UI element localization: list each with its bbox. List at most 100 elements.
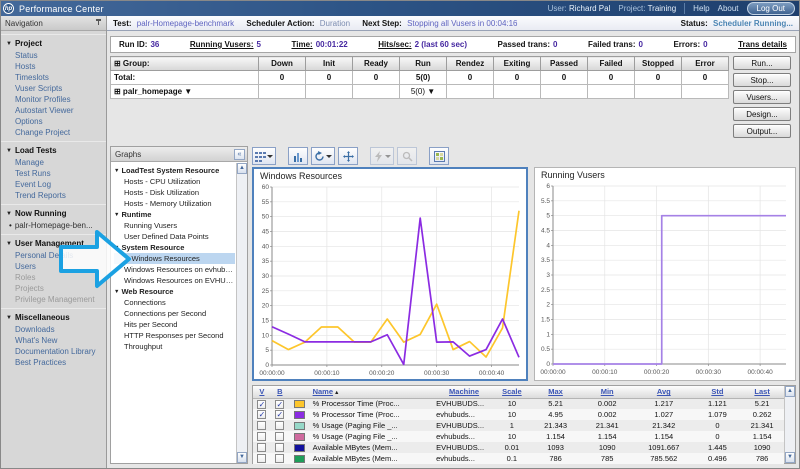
legend-scrollbar[interactable]: ▲ ▼: [784, 386, 795, 463]
help-link[interactable]: Help: [693, 4, 709, 13]
breakdown-checkbox[interactable]: [275, 454, 284, 463]
group-header-cell[interactable]: ⊞ Group:: [111, 57, 259, 71]
tree-category-runtime[interactable]: ▼Runtime: [114, 209, 235, 220]
sidebar-item-status[interactable]: Status: [1, 50, 106, 61]
breakdown-checkbox[interactable]: [275, 421, 284, 430]
sidebar-item-documentation-library[interactable]: Documentation Library: [1, 346, 106, 357]
tree-item-hosts-memory-utilization[interactable]: Hosts - Memory Utilization: [114, 198, 235, 209]
sidebar-item-timeslots[interactable]: Timeslots: [1, 72, 106, 83]
sidebar-item-palr-homepage-ben-[interactable]: •palr-Homepage-ben...: [1, 220, 106, 231]
chart-running-vusers[interactable]: Running Vusers 00.511.522.533.544.555.56…: [534, 167, 796, 381]
collapse-panel-icon[interactable]: «: [234, 149, 245, 160]
tree-item-hosts-cpu-utilization[interactable]: Hosts - CPU Utilization: [114, 176, 235, 187]
tree-item-user-defined-data-points[interactable]: User Defined Data Points: [114, 231, 235, 242]
sidebar-item-what-s-new[interactable]: What's New: [1, 335, 106, 346]
runbar-label[interactable]: Running Vusers:: [190, 40, 254, 49]
sidebar-item-test-runs[interactable]: Test Runs: [1, 168, 106, 179]
arrange-tiles-button[interactable]: [429, 147, 449, 165]
logout-button[interactable]: Log Out: [747, 2, 795, 15]
main-area: Test: palr-Homepage-benchmark Scheduler …: [107, 16, 799, 469]
sidebar-item-monitor-profiles[interactable]: Monitor Profiles: [1, 94, 106, 105]
scroll-up-icon[interactable]: ▲: [237, 163, 247, 174]
sidebar-item-downloads[interactable]: Downloads: [1, 324, 106, 335]
measurement-machine: evhubuds...: [434, 453, 494, 464]
tree-category-loadtest-system-resource[interactable]: ▼LoadTest System Resource: [114, 165, 235, 176]
tree-item-windows-resources-on-evhubud-[interactable]: Windows Resources on EVHUBUD...: [114, 275, 235, 286]
legend-column-link[interactable]: V: [259, 387, 264, 396]
tree-category-system-resource[interactable]: ▼System Resource: [114, 242, 235, 253]
sidebar-item-users[interactable]: Users: [1, 261, 106, 272]
sidebar-item-personal-details[interactable]: Personal Details: [1, 250, 106, 261]
visible-checkbox[interactable]: [257, 432, 266, 441]
visible-checkbox[interactable]: [257, 443, 266, 452]
chart-type-button[interactable]: [288, 147, 308, 165]
stop-button[interactable]: Stop...: [733, 73, 791, 87]
run-button[interactable]: Run...: [733, 56, 791, 70]
sidebar-item-best-practices[interactable]: Best Practices: [1, 357, 106, 368]
refresh-button[interactable]: [311, 147, 335, 165]
legend-column-link[interactable]: Avg: [657, 387, 671, 396]
legend-column-link[interactable]: Max: [548, 387, 563, 396]
tree-item-connections-per-second[interactable]: Connections per Second: [114, 308, 235, 319]
sidebar-item-hosts[interactable]: Hosts: [1, 61, 106, 72]
sidebar-item-vuser-scripts[interactable]: Vuser Scripts: [1, 83, 106, 94]
merge-graphs-button[interactable]: [338, 147, 358, 165]
sidebar-item-roles: Roles: [1, 272, 106, 283]
runbar-item[interactable]: Trans details: [738, 40, 787, 49]
visible-checkbox[interactable]: [257, 421, 266, 430]
tree-scrollbar[interactable]: ▲ ▼: [236, 163, 247, 463]
sidebar-item-change-project[interactable]: Change Project: [1, 127, 106, 138]
tree-item-throughput[interactable]: Throughput: [114, 341, 235, 352]
scroll-up-icon[interactable]: ▲: [785, 386, 795, 397]
tree-item-running-vusers[interactable]: Running Vusers: [114, 220, 235, 231]
measurement-max: 5.21: [530, 398, 582, 409]
group-cell[interactable]: 5(0) ▼: [400, 85, 447, 99]
sidebar-section-header[interactable]: ▼Project: [1, 34, 106, 50]
scroll-down-icon[interactable]: ▼: [237, 452, 247, 463]
tree-item-windows-resources-on-evhubudsd-[interactable]: Windows Resources on evhubudsd...: [114, 264, 235, 275]
sidebar-section-header[interactable]: ▼Miscellaneous: [1, 308, 106, 324]
runbar-label[interactable]: Hits/sec:: [378, 40, 411, 49]
breakdown-checkbox[interactable]: [275, 443, 284, 452]
vusers-button[interactable]: Vusers...: [733, 90, 791, 104]
chart-windows-resources[interactable]: Windows Resources 0510152025303540455055…: [252, 167, 528, 381]
sidebar-item-manage[interactable]: Manage: [1, 157, 106, 168]
sidebar-section-header[interactable]: ▼Load Tests: [1, 141, 106, 157]
legend-column-link[interactable]: Min: [601, 387, 614, 396]
runbar-label[interactable]: Trans details: [738, 40, 787, 49]
legend-column-link[interactable]: B: [277, 387, 282, 396]
tree-item-windows-resources[interactable]: ▼Windows Resources: [114, 253, 235, 264]
tree-category-web-resource[interactable]: ▼Web Resource: [114, 286, 235, 297]
visible-checkbox[interactable]: ✓: [257, 400, 266, 409]
scroll-down-icon[interactable]: ▼: [785, 452, 795, 463]
breakdown-checkbox[interactable]: [275, 432, 284, 441]
pin-icon[interactable]: [95, 19, 102, 28]
runbar-label[interactable]: Time:: [291, 40, 312, 49]
tree-item-connections[interactable]: Connections: [114, 297, 235, 308]
legend-column-link[interactable]: Std: [711, 387, 723, 396]
sidebar-section-header[interactable]: ▼Now Running: [1, 204, 106, 220]
breakdown-checkbox[interactable]: ✓: [275, 400, 284, 409]
sidebar-item-options[interactable]: Options: [1, 116, 106, 127]
visible-checkbox[interactable]: ✓: [257, 410, 266, 419]
legend-column-link[interactable]: Name: [313, 387, 333, 396]
tree-item-hits-per-second[interactable]: Hits per Second: [114, 319, 235, 330]
visible-checkbox[interactable]: [257, 454, 266, 463]
measurement-row: % Usage (Paging File _...evhubuds...101.…: [253, 431, 784, 442]
chevron-down-icon: ▼: [6, 315, 12, 321]
legend-column-link[interactable]: Last: [754, 387, 769, 396]
group-row-label[interactable]: ⊞ palr_homepage ▼: [111, 85, 259, 99]
sidebar-section-header[interactable]: ▼User Management: [1, 234, 106, 250]
output-button[interactable]: Output...: [733, 124, 791, 138]
tree-item-http-responses-per-second[interactable]: HTTP Responses per Second: [114, 330, 235, 341]
legend-column-link[interactable]: Scale: [502, 387, 522, 396]
tree-item-hosts-disk-utilization[interactable]: Hosts - Disk Utilization: [114, 187, 235, 198]
breakdown-checkbox[interactable]: ✓: [275, 410, 284, 419]
sidebar-item-event-log[interactable]: Event Log: [1, 179, 106, 190]
view-layout-button[interactable]: [252, 147, 276, 165]
sidebar-item-trend-reports[interactable]: Trend Reports: [1, 190, 106, 201]
sidebar-item-autostart-viewer[interactable]: Autostart Viewer: [1, 105, 106, 116]
design-button[interactable]: Design...: [733, 107, 791, 121]
about-link[interactable]: About: [718, 4, 739, 13]
legend-column-link[interactable]: Machine: [449, 387, 479, 396]
